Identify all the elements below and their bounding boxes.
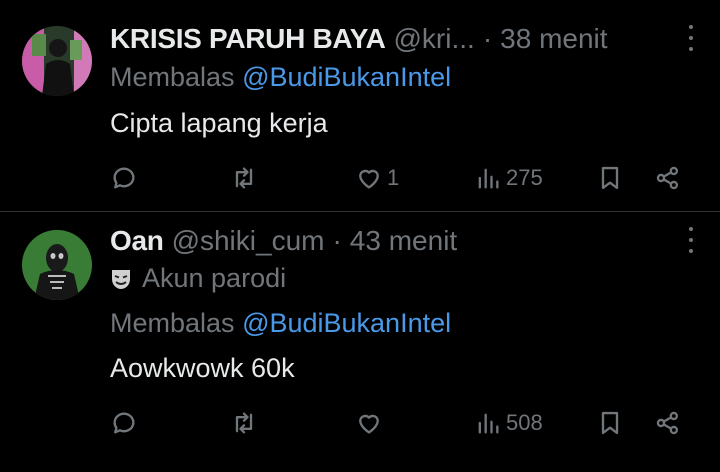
- tweet-item[interactable]: Oan @shiki_cum · 43 menit Akun parodi Me…: [0, 213, 720, 472]
- reply-button[interactable]: [110, 160, 138, 196]
- tweet-header: Oan @shiki_cum · 43 menit: [110, 223, 700, 259]
- action-bar: 1 275: [0, 160, 720, 196]
- reply-button[interactable]: [110, 405, 138, 441]
- display-name[interactable]: KRISIS PARUH BAYA: [110, 23, 386, 55]
- reply-mention-link[interactable]: @BudiBukanIntel: [242, 62, 451, 92]
- bookmark-button[interactable]: [596, 405, 624, 441]
- reply-icon: [113, 167, 135, 189]
- parody-mask-icon: [112, 269, 130, 289]
- views-button[interactable]: 275: [474, 160, 543, 196]
- separator-dot: ·: [332, 225, 342, 256]
- more-icon[interactable]: [688, 25, 694, 51]
- avatar[interactable]: [22, 26, 92, 96]
- like-icon: [359, 169, 379, 189]
- timestamp[interactable]: 43 menit: [350, 225, 457, 257]
- tweet-item[interactable]: KRISIS PARUH BAYA @kri... · 38 menit Mem…: [0, 0, 720, 212]
- reply-mention-link[interactable]: @BudiBukanIntel: [242, 308, 451, 338]
- views-icon: [478, 168, 499, 189]
- views-count: 275: [506, 165, 543, 190]
- views-count: 508: [506, 410, 543, 435]
- reply-prefix: Membalas: [110, 308, 235, 338]
- replying-to: Membalas @BudiBukanIntel: [110, 308, 451, 339]
- tweet-divider: [0, 211, 720, 212]
- share-icon: [656, 166, 679, 190]
- user-handle[interactable]: @kri...: [394, 23, 475, 55]
- like-button[interactable]: [355, 405, 387, 441]
- tweet-text: Aowkwowk 60k: [110, 353, 295, 383]
- tweet-header: KRISIS PARUH BAYA @kri... · 38 menit: [110, 21, 700, 57]
- display-name[interactable]: Oan: [110, 225, 164, 257]
- views-icon: [478, 413, 499, 434]
- replying-to: Membalas @BudiBukanIntel: [110, 62, 451, 93]
- user-handle[interactable]: @shiki_cum: [172, 225, 325, 257]
- share-button[interactable]: [654, 160, 682, 196]
- action-bar: 508: [0, 405, 720, 441]
- parody-label: Akun parodi: [110, 263, 286, 294]
- retweet-button[interactable]: [230, 160, 258, 196]
- share-icon: [656, 411, 679, 435]
- retweet-icon: [235, 167, 253, 189]
- tweet-text: Cipta lapang kerja: [110, 108, 328, 138]
- retweet-button[interactable]: [230, 405, 258, 441]
- timestamp[interactable]: 38 menit: [500, 23, 607, 55]
- like-button[interactable]: 1: [355, 160, 399, 196]
- separator-dot: ·: [482, 23, 493, 54]
- parody-label-text: Akun parodi: [142, 263, 287, 293]
- reply-icon: [113, 412, 135, 434]
- like-count: 1: [387, 165, 400, 190]
- share-button[interactable]: [654, 405, 682, 441]
- like-icon: [359, 414, 379, 434]
- bookmark-icon: [601, 411, 619, 435]
- retweet-icon: [235, 412, 253, 434]
- reply-prefix: Membalas: [110, 62, 235, 92]
- more-icon[interactable]: [688, 227, 694, 253]
- avatar[interactable]: [22, 230, 92, 300]
- views-button[interactable]: 508: [474, 405, 543, 441]
- bookmark-button[interactable]: [596, 160, 624, 196]
- bookmark-icon: [601, 166, 619, 190]
